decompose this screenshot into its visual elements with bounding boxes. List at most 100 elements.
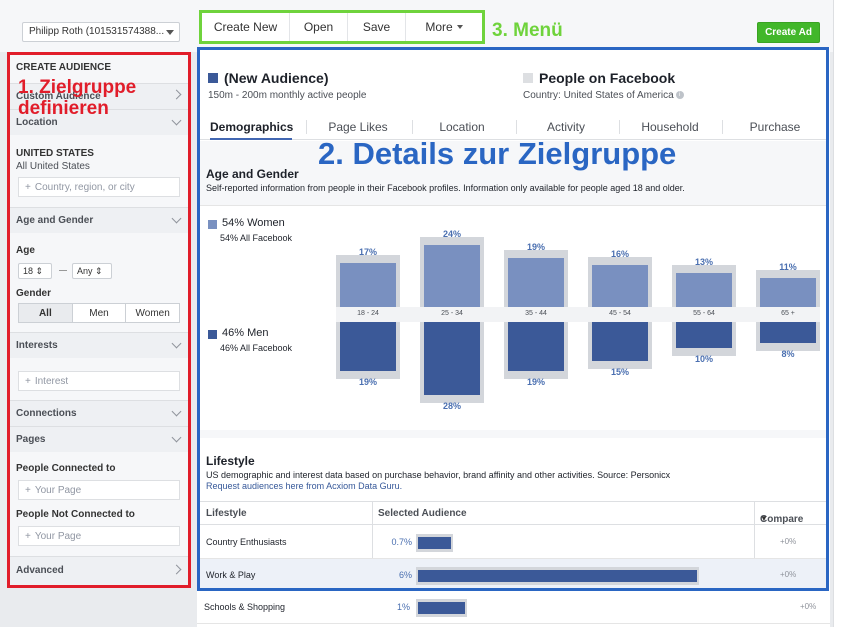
row-compare: +0% (800, 602, 817, 611)
pages-section[interactable]: Pages (10, 426, 188, 452)
chevron-down-icon (171, 432, 182, 443)
age-category-label: 35 - 44 (525, 310, 547, 317)
men-bar (340, 322, 396, 372)
women-legend: 54% Women (222, 217, 285, 229)
age-gender-title: Age and Gender (206, 167, 299, 181)
age-min-value: 18 (23, 266, 34, 276)
lifestyle-table-header: Lifestyle Selected Audience Compare ▼ (200, 501, 826, 525)
interests-section[interactable]: Interests (10, 332, 188, 358)
details-annotation: 2. Details zur Zielgruppe (318, 136, 677, 171)
men-bar-label: 10% (694, 354, 713, 364)
interest-input[interactable]: + Interest (18, 371, 180, 391)
men-bar-label: 19% (526, 377, 545, 388)
men-bar (508, 322, 564, 372)
tab-purchase[interactable]: Purchase (725, 120, 825, 134)
people-not-connected-label: People Not Connected to (16, 509, 135, 520)
women-bar-label: 24% (442, 228, 461, 239)
age-gender-chart: 54% Women 54% All Facebook 46% Men 46% A… (200, 205, 826, 430)
country-heading: UNITED STATES (16, 148, 94, 159)
men-all-facebook: 46% All Facebook (220, 343, 293, 353)
age-axis-band (336, 307, 820, 322)
gender-all-button[interactable]: All (19, 304, 73, 322)
menu-annotation: 3. Menü (492, 20, 563, 41)
age-gender-section[interactable]: Age and Gender (10, 207, 188, 233)
table-row[interactable]: Work & Play 6% +0% (200, 559, 826, 588)
age-category-label: 25 - 34 (441, 310, 463, 317)
men-bar (676, 322, 732, 348)
men-bar (592, 322, 648, 361)
age-min-select[interactable]: 18 ⇕ (18, 263, 52, 279)
advanced-section[interactable]: Advanced (10, 556, 188, 585)
open-button[interactable]: Open (290, 13, 348, 41)
audience-title: (New Audience) (224, 70, 329, 86)
save-button[interactable]: Save (348, 13, 406, 41)
women-bar (592, 265, 648, 307)
age-category-label: 55 - 64 (693, 310, 715, 317)
women-bar-label: 13% (694, 257, 713, 268)
women-bar (676, 273, 732, 307)
facebook-title: People on Facebook (539, 70, 676, 86)
tab-household[interactable]: Household (620, 120, 720, 134)
advanced-label: Advanced (16, 565, 64, 576)
age-label: Age (16, 245, 35, 256)
age-max-select[interactable]: Any ⇕ (72, 263, 112, 279)
gender-toggle-group: All Men Women (18, 303, 180, 323)
sidebar-title: CREATE AUDIENCE (16, 62, 112, 73)
not-connected-page-input[interactable]: + Your Page (18, 526, 180, 546)
acxiom-link[interactable]: Request audiences here from Acxiom Data … (206, 481, 402, 491)
men-bar-label: 28% (442, 400, 461, 411)
row-percent: 1% (396, 602, 410, 612)
women-bar-label: 17% (358, 246, 377, 257)
chevron-right-icon (171, 564, 182, 575)
men-legend: 46% Men (222, 327, 269, 339)
country-input[interactable]: + Country, region, or city (18, 177, 180, 197)
create-new-button[interactable]: Create New (202, 13, 290, 41)
more-button[interactable]: More (406, 13, 482, 41)
plus-icon: + (25, 485, 31, 496)
right-gutter (833, 0, 844, 627)
connections-section[interactable]: Connections (10, 400, 188, 426)
tab-location[interactable]: Location (412, 120, 512, 134)
connected-page-input[interactable]: + Your Page (18, 480, 180, 500)
annotation-line-1: 1. Zielgruppe (18, 77, 137, 98)
tab-divider (722, 120, 723, 134)
gender-men-button[interactable]: Men (73, 304, 127, 322)
pages-label: Pages (16, 434, 46, 445)
row-bar (418, 602, 465, 614)
chevron-down-icon (171, 338, 182, 349)
account-selector[interactable]: Philipp Roth (101531574388... (22, 22, 180, 42)
chevron-down-icon (171, 213, 182, 224)
tab-page-likes[interactable]: Page Likes (308, 120, 408, 134)
info-icon[interactable]: i (675, 91, 684, 100)
header-lifestyle[interactable]: Lifestyle (206, 508, 247, 519)
header-selected-audience[interactable]: Selected Audience (378, 508, 467, 519)
country-subtext: All United States (16, 161, 90, 172)
create-ad-button[interactable]: Create Ad (757, 22, 820, 43)
zielgruppe-annotation: 1. Zielgruppe definieren (18, 77, 188, 119)
menu-toolbar: Create New Open Save More (199, 10, 485, 44)
row-bar (418, 570, 697, 582)
table-row[interactable]: Country Enthusiasts 0.7% +0% (200, 526, 826, 559)
tab-activity[interactable]: Activity (516, 120, 616, 134)
chevron-down-icon (456, 25, 463, 29)
facebook-country: Country: United States of America i (523, 90, 684, 101)
men-bar-label: 8% (781, 348, 795, 359)
top-bar: Philipp Roth (101531574388... Create New… (0, 0, 844, 52)
age-category-label: 18 - 24 (357, 310, 379, 317)
age-gender-description: Self-reported information from people in… (206, 183, 685, 193)
men-bar-label: 19% (358, 377, 377, 388)
age-range-dash (59, 270, 67, 271)
age-category-label: 45 - 54 (609, 310, 631, 317)
gender-women-button[interactable]: Women (126, 304, 179, 322)
chevron-down-icon: ▼ (760, 514, 768, 523)
women-bar (760, 278, 816, 307)
plus-icon: + (25, 376, 31, 387)
facebook-color-swatch (523, 73, 533, 83)
save-label: Save (362, 20, 391, 34)
interest-placeholder: Interest (34, 376, 69, 387)
interests-label: Interests (16, 340, 58, 351)
account-name: Philipp Roth (101531574388... (29, 26, 165, 37)
tab-demographics[interactable]: Demographics (210, 120, 293, 134)
audience-details-panel: (New Audience) 150m - 200m monthly activ… (197, 47, 829, 591)
create-new-label: Create New (213, 20, 278, 34)
